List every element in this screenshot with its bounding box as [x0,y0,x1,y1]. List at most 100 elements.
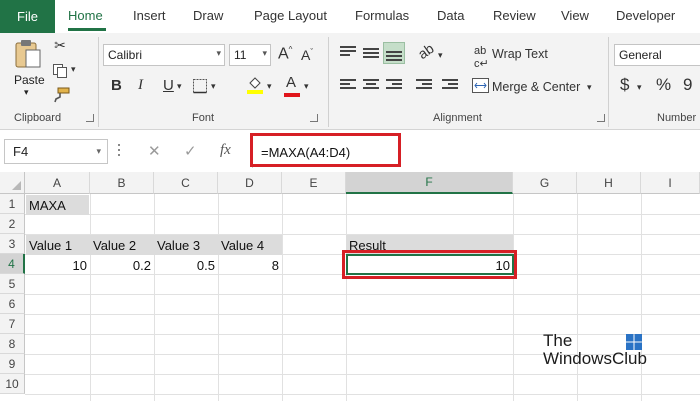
gridline [577,194,578,401]
column-header-a[interactable]: A [25,172,90,194]
cell-b4[interactable]: 0.2 [90,255,154,275]
tab-formulas[interactable]: Formulas [355,8,409,23]
fill-color-icon[interactable] [246,75,264,95]
format-painter-icon[interactable] [52,87,70,103]
cell-a4[interactable]: 10 [26,255,90,275]
name-box-dropdown-icon[interactable]: ▾ [96,146,101,157]
row-header-3[interactable]: 3 [0,234,25,254]
column-header-g[interactable]: G [513,172,577,194]
tab-developer[interactable]: Developer [616,8,675,23]
tab-page-layout[interactable]: Page Layout [254,8,327,23]
tab-file[interactable]: File [0,0,55,33]
paste-button[interactable]: Paste [14,73,45,87]
currency-icon[interactable]: $ [620,75,629,95]
font-color-icon[interactable]: A [286,74,296,91]
number-format-combo[interactable]: General [614,44,700,66]
align-right-icon[interactable] [386,79,402,93]
merge-center-icon[interactable] [472,78,489,93]
column-header-i[interactable]: I [641,172,700,194]
cell-d3[interactable]: Value 4 [218,235,282,255]
formula-bar-grip[interactable] [118,144,121,158]
row-header-5[interactable]: 5 [0,274,25,294]
currency-dropdown-icon[interactable]: ▾ [637,82,642,93]
cell-d4[interactable]: 8 [218,255,282,275]
borders-icon[interactable] [192,78,208,94]
fill-color-dropdown-icon[interactable]: ▾ [267,81,272,92]
bold-button[interactable]: B [111,77,122,94]
column-header-e[interactable]: E [282,172,346,194]
decrease-font-size-icon[interactable]: Aˇ [301,47,313,63]
cell-a1[interactable]: MAXA [26,195,89,215]
number-group-label: Number [657,112,697,124]
row-header-8[interactable]: 8 [0,334,25,354]
tab-view[interactable]: View [561,8,589,23]
align-center-icon[interactable] [363,79,379,93]
name-box[interactable]: F4 ▾ [4,139,108,164]
column-header-c[interactable]: C [154,172,218,194]
merge-center-button[interactable]: Merge & Center [492,80,580,94]
row-header-4[interactable]: 4 [0,254,25,274]
cell-c4[interactable]: 0.5 [154,255,218,275]
decrease-indent-icon[interactable] [416,79,432,93]
column-header-b[interactable]: B [90,172,154,194]
gridline [25,214,700,215]
cell-a3[interactable]: Value 1 [26,235,90,255]
increase-font-size-icon[interactable]: A^ [278,45,292,63]
borders-dropdown-icon[interactable]: ▾ [211,81,216,92]
row-header-6[interactable]: 6 [0,294,25,314]
underline-button[interactable]: U [163,77,174,94]
font-name-value: Calibri [108,48,143,62]
column-header-d[interactable]: D [218,172,282,194]
tab-draw[interactable]: Draw [193,8,223,23]
paste-icon[interactable] [14,39,42,69]
middle-align-icon[interactable] [363,48,379,62]
gridline [25,294,700,295]
row-header-10[interactable]: 10 [0,374,25,394]
row-header-9[interactable]: 9 [0,354,25,374]
select-all-button[interactable] [0,172,25,194]
merge-center-dropdown-icon[interactable]: ▾ [587,82,592,93]
align-left-icon[interactable] [340,79,356,93]
paste-dropdown-icon[interactable]: ▾ [24,87,29,98]
clipboard-launcher-icon[interactable] [86,114,94,122]
tab-data[interactable]: Data [437,8,464,23]
tab-review[interactable]: Review [493,8,536,23]
insert-function-icon[interactable]: fx [220,142,231,159]
cell-c3[interactable]: Value 3 [154,235,218,255]
column-header-h[interactable]: H [577,172,641,194]
font-size-combo[interactable]: 11 ▾ [229,44,271,66]
row-header-7[interactable]: 7 [0,314,25,334]
column-header-f[interactable]: F [346,172,513,194]
percent-icon[interactable]: % [656,75,671,95]
underline-dropdown-icon[interactable]: ▾ [177,81,182,92]
enter-icon[interactable]: ✓ [184,142,197,160]
copy-icon[interactable] [52,63,68,79]
row-header-2[interactable]: 2 [0,214,25,234]
group-separator [608,37,609,127]
gridline [25,314,700,315]
italic-button[interactable]: I [138,77,143,94]
increase-indent-icon[interactable] [442,79,458,93]
comma-style-icon[interactable]: 9 [683,75,692,95]
font-color-dropdown-icon[interactable]: ▾ [304,81,309,92]
cut-icon[interactable]: ✂ [52,37,68,53]
top-align-icon[interactable] [340,46,356,60]
bottom-align-icon [386,51,402,65]
font-launcher-icon[interactable] [310,114,318,122]
row-header-1[interactable]: 1 [0,194,25,214]
cancel-icon[interactable]: ✕ [148,142,161,160]
orientation-dropdown-icon[interactable]: ▾ [438,50,443,61]
group-separator [98,37,99,127]
wrap-text-icon[interactable]: ab c↵ [474,45,489,70]
font-size-dropdown-icon[interactable]: ▾ [262,48,267,59]
cell-b3[interactable]: Value 2 [90,235,154,255]
alignment-launcher-icon[interactable] [597,114,605,122]
gridline [25,374,700,375]
orientation-icon[interactable]: ab [415,40,437,62]
copy-dropdown-icon[interactable]: ▾ [71,64,76,75]
font-name-dropdown-icon[interactable]: ▾ [216,48,221,59]
font-name-combo[interactable]: Calibri ▾ [103,44,225,66]
tab-insert[interactable]: Insert [133,8,166,23]
tab-home[interactable]: Home [68,8,103,23]
wrap-text-button[interactable]: Wrap Text [492,47,548,61]
